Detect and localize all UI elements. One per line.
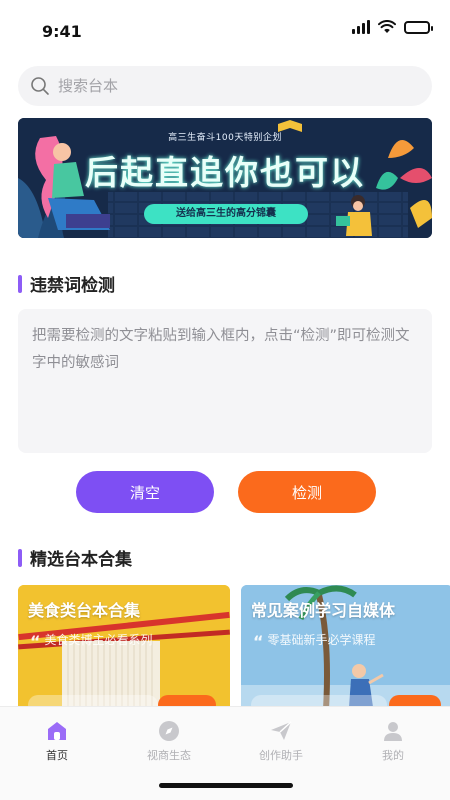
status-bar: 9:41 bbox=[0, 0, 450, 56]
search-input[interactable] bbox=[58, 77, 378, 95]
tab-label: 创作助手 bbox=[259, 749, 303, 762]
promo-banner[interactable]: 高三生奋斗100天特别企划 后起直追你也可以 送给高三生的高分锦囊 bbox=[18, 118, 432, 238]
status-time: 9:41 bbox=[42, 22, 82, 41]
tab-ecosystem[interactable]: 视商生态 bbox=[129, 719, 209, 763]
banner-title: 后起直追你也可以 bbox=[85, 153, 365, 192]
detect-input-box[interactable] bbox=[18, 309, 432, 453]
detect-section-header: 违禁词检测 bbox=[18, 271, 115, 296]
collection-card-food[interactable]: 美食类台本合集 “美食类博主必看系列 bbox=[18, 585, 230, 725]
section-accent-bar bbox=[18, 548, 22, 567]
card-title: 美食类台本合集 bbox=[28, 601, 141, 620]
quote-icon: “ bbox=[30, 632, 41, 651]
tab-mine[interactable]: 我的 bbox=[353, 719, 433, 763]
card-title: 常见案例学习自媒体 bbox=[251, 601, 396, 620]
app-screen: 9:41 搜索台本 高三生奋斗100天特别企划 后起直追你也可以 送给高三生的高… bbox=[0, 0, 450, 800]
detect-button[interactable]: 检测 bbox=[238, 471, 376, 513]
search-icon bbox=[31, 77, 49, 95]
card-description: “美食类博主必看系列 bbox=[30, 631, 153, 651]
card-desc-text: 美食类博主必看系列 bbox=[44, 633, 153, 647]
search-bar[interactable] bbox=[18, 66, 432, 106]
collections-section-title: 精选台本合集 bbox=[30, 550, 132, 570]
home-indicator bbox=[159, 783, 293, 788]
home-icon bbox=[48, 722, 66, 740]
detect-textarea[interactable] bbox=[32, 323, 418, 439]
banner-subtitle: 送给高三生的高分锦囊 bbox=[144, 204, 308, 224]
section-accent-bar bbox=[18, 274, 22, 293]
tab-label: 视商生态 bbox=[147, 749, 191, 762]
battery-icon bbox=[404, 20, 433, 34]
banner-top-text: 高三生奋斗100天特别企划 bbox=[168, 133, 282, 143]
paper-plane-icon bbox=[271, 721, 292, 740]
clear-button[interactable]: 清空 bbox=[76, 471, 214, 513]
cellular-signal-icon bbox=[352, 20, 370, 34]
user-icon bbox=[384, 722, 402, 741]
compass-icon bbox=[159, 721, 179, 741]
tab-label: 首页 bbox=[46, 749, 68, 762]
detect-section-title: 违禁词检测 bbox=[30, 276, 115, 296]
collection-card-media[interactable]: 常见案例学习自媒体 “零基础新手必学课程 bbox=[241, 585, 450, 725]
tab-creation-assistant[interactable]: 创作助手 bbox=[241, 719, 321, 763]
tab-home[interactable]: 首页 bbox=[17, 719, 97, 763]
card-desc-text: 零基础新手必学课程 bbox=[267, 633, 376, 647]
card-description: “零基础新手必学课程 bbox=[253, 631, 376, 651]
tab-label: 我的 bbox=[382, 749, 404, 762]
wifi-icon bbox=[378, 20, 396, 33]
status-icons bbox=[352, 20, 433, 34]
quote-icon: “ bbox=[253, 632, 264, 651]
collections-section-header: 精选台本合集 bbox=[18, 545, 132, 570]
